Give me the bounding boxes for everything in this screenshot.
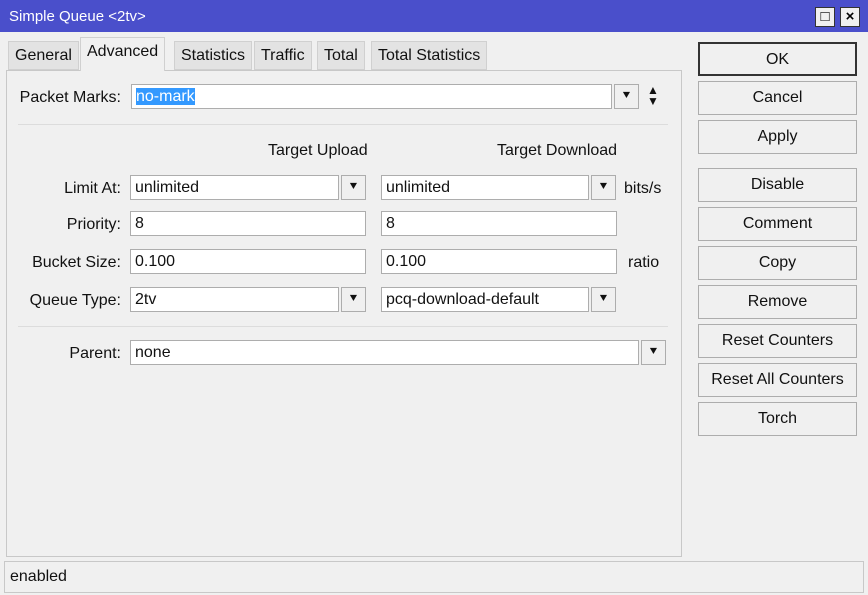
- remove-button[interactable]: Remove: [698, 285, 857, 319]
- bucket-size-label: Bucket Size:: [32, 254, 121, 271]
- dropdown-arrow-icon: ⯆: [598, 179, 609, 194]
- limit-at-download-dropdown[interactable]: ⯆: [591, 175, 616, 200]
- comment-button[interactable]: Comment: [698, 207, 857, 241]
- priority-download-input[interactable]: 8: [381, 211, 617, 236]
- parent-label: Parent:: [69, 345, 121, 362]
- title-bar: Simple Queue <2tv> □ ×: [0, 0, 868, 32]
- limit-at-unit: bits/s: [624, 180, 662, 197]
- tab-traffic[interactable]: Traffic: [254, 41, 312, 70]
- tab-total-statistics[interactable]: Total Statistics: [371, 41, 488, 70]
- limit-at-download-input[interactable]: unlimited: [381, 175, 589, 200]
- bucket-size-download-input[interactable]: 0.100: [381, 249, 617, 274]
- dropdown-arrow-icon: ⯆: [598, 291, 609, 306]
- ok-button[interactable]: OK: [698, 42, 857, 76]
- close-button[interactable]: ×: [840, 7, 860, 27]
- cancel-button[interactable]: Cancel: [698, 81, 857, 115]
- tab-general[interactable]: General: [8, 41, 79, 70]
- tab-statistics[interactable]: Statistics: [174, 41, 253, 70]
- target-download-header: Target Download: [497, 142, 618, 159]
- tab-advanced[interactable]: Advanced: [80, 37, 166, 71]
- target-upload-header: Target Upload: [268, 142, 368, 159]
- disable-button[interactable]: Disable: [698, 168, 857, 202]
- queue-type-download-input[interactable]: pcq-download-default: [381, 287, 589, 312]
- queue-type-label: Queue Type:: [29, 292, 121, 309]
- parent-input[interactable]: none: [130, 340, 639, 365]
- bucket-size-upload-input[interactable]: 0.100: [130, 249, 366, 274]
- queue-type-upload-dropdown[interactable]: ⯆: [341, 287, 366, 312]
- packet-marks-input[interactable]: no-mark: [131, 84, 612, 109]
- packet-marks-label: Packet Marks:: [19, 89, 121, 106]
- dropdown-arrow-icon: ⯆: [621, 88, 632, 103]
- maximize-button[interactable]: □: [815, 7, 835, 27]
- priority-label: Priority:: [66, 216, 121, 233]
- up-down-arrows-icon[interactable]: ▲ ▼: [647, 84, 659, 107]
- separator: [18, 124, 668, 125]
- dropdown-arrow-icon: ⯆: [348, 179, 359, 194]
- apply-button[interactable]: Apply: [698, 120, 857, 154]
- torch-button[interactable]: Torch: [698, 402, 857, 436]
- separator: [18, 326, 668, 327]
- window-title: Simple Queue <2tv>: [9, 8, 146, 25]
- tab-total[interactable]: Total: [317, 41, 365, 70]
- dropdown-arrow-icon: ⯆: [648, 344, 659, 359]
- queue-type-upload-input[interactable]: 2tv: [130, 287, 339, 312]
- packet-marks-value: no-mark: [136, 88, 195, 105]
- queue-type-download-dropdown[interactable]: ⯆: [591, 287, 616, 312]
- limit-at-label: Limit At:: [64, 180, 121, 197]
- copy-button[interactable]: Copy: [698, 246, 857, 280]
- limit-at-upload-input[interactable]: unlimited: [130, 175, 339, 200]
- limit-at-upload-dropdown[interactable]: ⯆: [341, 175, 366, 200]
- bucket-size-unit: ratio: [628, 254, 660, 271]
- reset-all-counters-button[interactable]: Reset All Counters: [698, 363, 857, 397]
- status-bar: enabled: [4, 561, 864, 593]
- parent-dropdown[interactable]: ⯆: [641, 340, 666, 365]
- dropdown-arrow-icon: ⯆: [348, 291, 359, 306]
- reset-counters-button[interactable]: Reset Counters: [698, 324, 857, 358]
- priority-upload-input[interactable]: 8: [130, 211, 366, 236]
- packet-marks-dropdown[interactable]: ⯆: [614, 84, 639, 109]
